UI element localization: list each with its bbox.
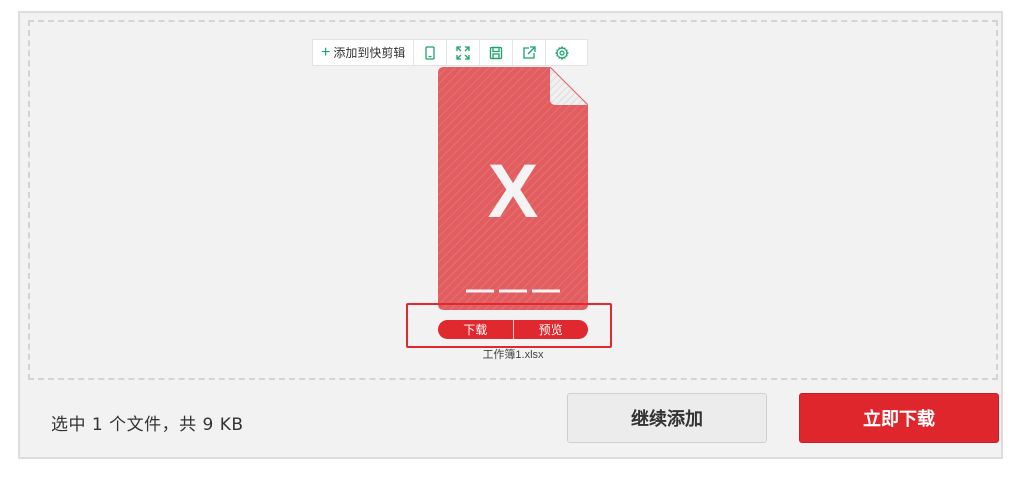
save-icon[interactable]: [480, 40, 514, 65]
share-icon[interactable]: [513, 40, 547, 65]
file-toolbar: + 添加到快剪辑: [312, 39, 588, 66]
file-preview-button[interactable]: 预览: [512, 320, 589, 339]
file-type-letter: X: [488, 149, 539, 234]
add-to-kuaijianji-label: 添加到快剪辑: [333, 46, 406, 60]
file-actions: 下载 预览: [438, 320, 588, 339]
add-to-kuaijianji-button[interactable]: + 添加到快剪辑: [313, 40, 415, 65]
file-download-button[interactable]: 下载: [438, 320, 513, 339]
selection-summary: 选中 1 个文件，共 9 KB: [51, 415, 244, 435]
plus-icon: +: [321, 43, 331, 61]
tablet-icon[interactable]: [414, 40, 448, 65]
download-now-button[interactable]: 立即下载: [799, 393, 999, 443]
file-name: 工作簿1.xlsx: [482, 349, 544, 361]
fullscreen-icon[interactable]: [447, 40, 481, 65]
excel-file-thumbnail[interactable]: X: [438, 67, 588, 310]
continue-adding-button[interactable]: 继续添加: [567, 393, 767, 443]
settings-icon[interactable]: [546, 40, 578, 65]
